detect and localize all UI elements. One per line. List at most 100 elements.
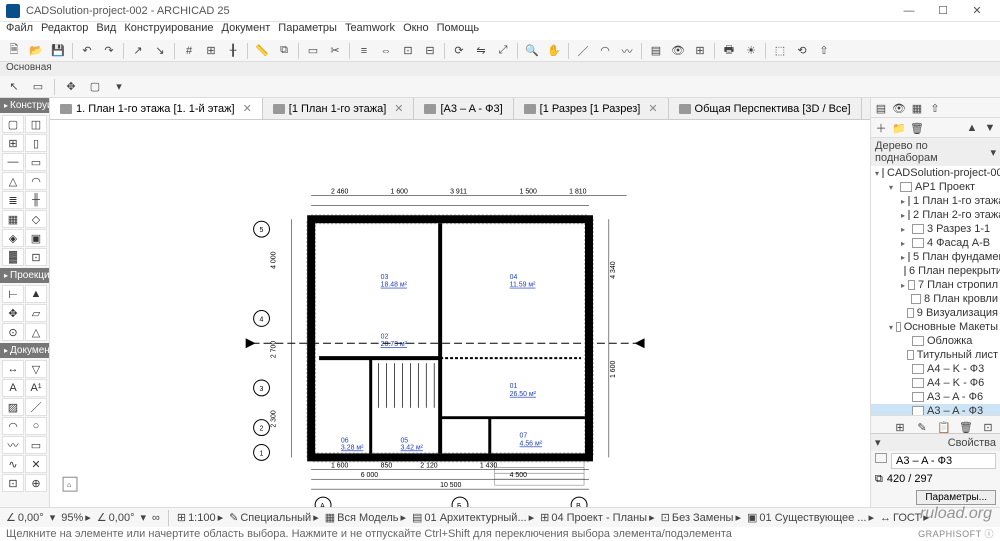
mesh-tool-icon[interactable]: ▓	[2, 248, 24, 266]
drawing-area[interactable]: 1. План 1-го этажа [1. 1-й этаж]✕ [1 Пла…	[50, 98, 870, 507]
arc2-tool-icon[interactable]: ◠	[2, 417, 24, 435]
chevron-down-icon[interactable]: ▾	[990, 146, 996, 159]
window-tool-icon[interactable]: ⊞	[2, 134, 24, 152]
reno-icon[interactable]: ▣	[747, 511, 757, 524]
tree-item[interactable]: ▸7 План стропил	[871, 278, 1000, 292]
zone-tool-icon[interactable]: ▣	[25, 229, 47, 247]
ie-tool-icon[interactable]: ✥	[2, 304, 24, 322]
arc-icon[interactable]: ◠	[595, 42, 615, 60]
layer-icon[interactable]: ▤	[646, 42, 666, 60]
line2-tool-icon[interactable]: ／	[25, 398, 47, 416]
tab-close-icon[interactable]: ✕	[243, 102, 252, 115]
elevation-tool-icon[interactable]: ▲	[25, 285, 47, 303]
scale-icon[interactable]: ⤢	[493, 42, 513, 60]
canvas[interactable]: 03 18.48 м² 04 11.59 м² 02 28.73 м² 01 2…	[50, 120, 870, 507]
wall-tool-icon[interactable]: ▢	[2, 115, 24, 133]
nav-pub-icon[interactable]: ⇧	[927, 100, 943, 116]
tree-item[interactable]: Обложка	[871, 334, 1000, 348]
menu-window[interactable]: Окно	[403, 22, 429, 40]
curtain-tool-icon[interactable]: ▦	[2, 210, 24, 228]
menu-file[interactable]: Файл	[6, 22, 33, 40]
marquee-icon[interactable]: ▭	[28, 78, 48, 96]
toolbox-head-design[interactable]: Конструир	[0, 98, 49, 113]
zoom-icon[interactable]: 🔍	[522, 42, 542, 60]
section-tool-icon[interactable]: ⊢	[2, 285, 24, 303]
sheet-field[interactable]: A3 – A - Ф3	[891, 453, 996, 469]
tree-item[interactable]: ▸5 План фундаментов	[871, 250, 1000, 264]
menu-help[interactable]: Помощь	[437, 22, 480, 40]
tab-close-icon[interactable]: ✕	[394, 102, 403, 115]
maximize-button[interactable]: ☐	[926, 1, 960, 21]
sync-icon[interactable]: ⟲	[792, 42, 812, 60]
menu-design[interactable]: Конструирование	[124, 22, 213, 40]
align-icon[interactable]: ≡	[354, 42, 374, 60]
navigator-tree[interactable]: ▾CADSolution-project-002 ▾АР1 Проект ▸1 …	[871, 166, 1000, 415]
mirror-icon[interactable]: ⇋	[471, 42, 491, 60]
tab-plan1-b[interactable]: [1 План 1-го этажа]✕	[263, 98, 415, 119]
tree-group-ap1[interactable]: ▾АР1 Проект	[871, 180, 1000, 194]
tree-item-selected[interactable]: A3 – A - Ф3	[871, 404, 1000, 415]
tree-item[interactable]: ▸2 План 2-го этажа	[871, 208, 1000, 222]
nav-down-icon[interactable]: ▼	[982, 120, 998, 136]
group-icon[interactable]: ⊡	[398, 42, 418, 60]
arrow-icon[interactable]: ↖	[4, 78, 24, 96]
option-icon[interactable]: ▾	[109, 78, 129, 96]
detail-tool-icon[interactable]: ⊙	[2, 323, 24, 341]
geom-icon[interactable]: ▢	[85, 78, 105, 96]
redo-icon[interactable]: ↷	[99, 42, 119, 60]
roof-tool-icon[interactable]: △	[2, 172, 24, 190]
save-icon[interactable]: 💾	[48, 42, 68, 60]
undo-icon[interactable]: ↶	[77, 42, 97, 60]
tree-item[interactable]: A4 – K - Ф3	[871, 362, 1000, 376]
pick-icon[interactable]: ↗	[128, 42, 148, 60]
cut-icon[interactable]: ✂	[325, 42, 345, 60]
shell-tool-icon[interactable]: ◠	[25, 172, 47, 190]
railing-tool-icon[interactable]: ╫	[25, 191, 47, 209]
nav-del-icon[interactable]: 🗑	[909, 120, 925, 136]
tree-item[interactable]: 8 План кровли	[871, 292, 1000, 306]
layout-icon[interactable]: ⊞	[690, 42, 710, 60]
nav-up-icon[interactable]: ▲	[964, 120, 980, 136]
text-tool-icon[interactable]: A	[2, 379, 24, 397]
stair-tool-icon[interactable]: ≣	[2, 191, 24, 209]
guide-icon[interactable]: ╂	[223, 42, 243, 60]
angle-a-icon[interactable]: ∠	[6, 511, 16, 524]
rect-icon[interactable]: ▭	[303, 42, 323, 60]
measure-icon[interactable]: 📏	[252, 42, 272, 60]
tab-close-icon[interactable]: ✕	[648, 102, 657, 115]
snap-icon[interactable]: ⊞	[201, 42, 221, 60]
worksheet-tool-icon[interactable]: ▱	[25, 304, 47, 322]
close-button[interactable]: ✕	[960, 1, 994, 21]
bim-icon[interactable]: ⬚	[770, 42, 790, 60]
ruler-icon[interactable]: ⧉	[274, 42, 294, 60]
nav-folder-icon[interactable]: 📁	[891, 120, 907, 136]
nav-new-icon[interactable]: ＋	[873, 120, 889, 136]
menu-document[interactable]: Документ	[222, 22, 271, 40]
new-icon[interactable]: 🗎	[4, 42, 24, 60]
tree-item[interactable]: Титульный лист	[871, 348, 1000, 362]
menu-edit[interactable]: Редактор	[41, 22, 88, 40]
publish-icon[interactable]: ⇧	[814, 42, 834, 60]
tree-item[interactable]: ▸3 Разрез 1-1	[871, 222, 1000, 236]
tree-item[interactable]: ▸1 План 1-го этажа	[871, 194, 1000, 208]
rotate-icon[interactable]: ⟳	[449, 42, 469, 60]
tree-item[interactable]: A4 – K - Ф6	[871, 376, 1000, 390]
scale-icon[interactable]: ⊞	[177, 511, 186, 524]
beam-tool-icon[interactable]: —	[2, 153, 24, 171]
level-tool-icon[interactable]: ▽	[25, 360, 47, 378]
inject-icon[interactable]: ↘	[150, 42, 170, 60]
spline-icon[interactable]: 〰	[617, 42, 637, 60]
angle-b-icon[interactable]: ∠	[97, 511, 107, 524]
door-tool-icon[interactable]: ◫	[25, 115, 47, 133]
object-tool-icon[interactable]: ◈	[2, 229, 24, 247]
circle-tool-icon[interactable]: ○	[25, 417, 47, 435]
figure-tool-icon[interactable]: ⊡	[2, 474, 24, 492]
tree-item[interactable]: A3 – A - Ф6	[871, 390, 1000, 404]
override-icon[interactable]: ⊡	[661, 511, 670, 524]
model-icon[interactable]: ▦	[325, 511, 335, 524]
chevron-down-icon[interactable]: ▾	[875, 436, 881, 449]
line-icon[interactable]: ／	[573, 42, 593, 60]
slab-tool-icon[interactable]: ▭	[25, 153, 47, 171]
view-icon[interactable]: 👁	[668, 42, 688, 60]
label-tool-icon[interactable]: A¹	[25, 379, 47, 397]
